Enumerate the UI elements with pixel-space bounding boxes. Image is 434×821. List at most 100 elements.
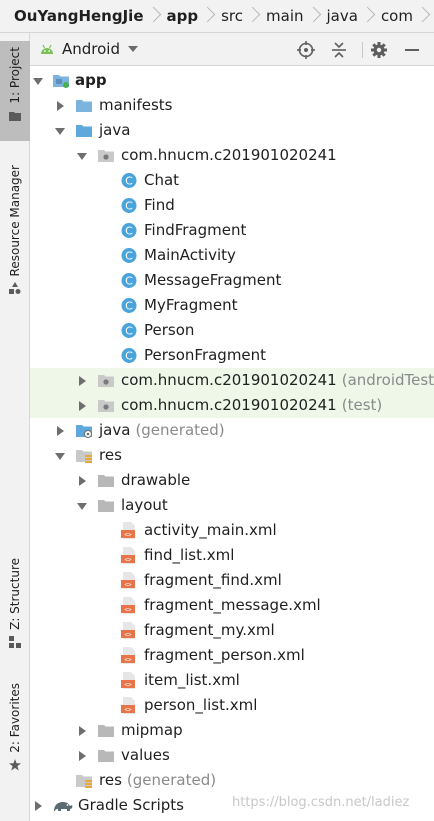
tree-item-xml-file[interactable]: <> fragment_my.xml <box>30 618 434 643</box>
breadcrumb-item-project[interactable]: OuYangHengJie <box>14 6 167 26</box>
xml-file-icon: <> <box>121 597 135 614</box>
class-icon: C <box>121 173 137 188</box>
class-icon: C <box>121 348 137 363</box>
android-icon <box>41 44 53 54</box>
xml-file-icon: <> <box>121 547 135 564</box>
collapsed-arrow-icon <box>57 426 64 436</box>
svg-text:C: C <box>125 325 133 338</box>
tree-item-layout[interactable]: layout <box>30 493 434 518</box>
tree-item-package-android-test[interactable]: com.hnucm.c201901020241 (androidTest) <box>30 368 434 393</box>
tree-item-app[interactable]: app <box>30 68 434 93</box>
package-icon <box>98 400 114 412</box>
tree-item-java-generated[interactable]: java (generated) <box>30 418 434 443</box>
tree-item-mipmap[interactable]: mipmap <box>30 718 434 743</box>
tree-item-xml-file[interactable]: <> person_list.xml <box>30 693 434 718</box>
tree-item-package-main[interactable]: com.hnucm.c201901020241 <box>30 143 434 168</box>
tree-item-xml-file[interactable]: <> find_list.xml <box>30 543 434 568</box>
tree-item-class[interactable]: C MessageFragment <box>30 268 434 293</box>
breadcrumb-item-main[interactable]: main <box>266 6 326 26</box>
project-toolbar: Android <box>30 33 434 66</box>
folder-icon <box>98 500 114 512</box>
xml-file-icon: <> <box>121 647 135 664</box>
locate-button[interactable] <box>296 40 316 60</box>
tab-structure[interactable]: Z: Structure <box>0 558 30 658</box>
breadcrumb-item-java[interactable]: java <box>327 6 381 26</box>
folder-icon <box>9 111 21 121</box>
minimize-icon <box>405 49 419 51</box>
tree-item-res-generated[interactable]: res (generated) <box>30 768 434 793</box>
collapse-all-icon <box>332 42 346 58</box>
tree-item-manifests[interactable]: manifests <box>30 93 434 118</box>
tab-resource-manager[interactable]: Resource Manager <box>0 165 30 315</box>
tree-item-java[interactable]: java <box>30 118 434 143</box>
expanded-arrow-icon <box>77 153 87 160</box>
tree-item-values[interactable]: values <box>30 743 434 768</box>
tree-item-drawable[interactable]: drawable <box>30 468 434 493</box>
tree-item-class[interactable]: C FindFragment <box>30 218 434 243</box>
collapse-all-button[interactable] <box>329 40 349 60</box>
chevron-right-icon <box>249 6 258 26</box>
svg-text:<>: <> <box>124 582 132 589</box>
svg-text:<>: <> <box>124 632 132 639</box>
svg-text:C: C <box>125 350 133 363</box>
tree-item-class[interactable]: C Person <box>30 318 434 343</box>
breadcrumb-item-src[interactable]: src <box>221 6 266 26</box>
tree-item-xml-file[interactable]: <> fragment_find.xml <box>30 568 434 593</box>
source-folder-icon <box>76 125 92 137</box>
resource-folder-icon <box>76 450 92 463</box>
tree-item-res[interactable]: res <box>30 443 434 468</box>
tree-item-class[interactable]: C Find <box>30 193 434 218</box>
toolbar-divider <box>362 42 363 58</box>
tree-item-class[interactable]: C PersonFragment <box>30 343 434 368</box>
class-icon: C <box>121 198 137 213</box>
view-mode-dropdown[interactable]: Android <box>40 40 138 58</box>
chevron-down-icon <box>128 46 138 52</box>
tree-item-xml-file[interactable]: <> activity_main.xml <box>30 518 434 543</box>
class-icon: C <box>121 273 137 288</box>
resource-folder-icon <box>76 775 92 788</box>
collapsed-arrow-icon <box>79 476 86 486</box>
class-icon: C <box>121 248 137 263</box>
expanded-arrow-icon <box>55 453 65 460</box>
breadcrumb: OuYangHengJie app src main java com hnuc <box>0 0 434 33</box>
collapsed-arrow-icon <box>79 726 86 736</box>
tab-project[interactable]: 1: Project <box>0 41 30 141</box>
svg-text:<>: <> <box>124 682 132 689</box>
tree-item-class[interactable]: C MyFragment <box>30 293 434 318</box>
xml-file-icon: <> <box>121 522 135 539</box>
tree-item-class[interactable]: C Chat <box>30 168 434 193</box>
xml-file-icon: <> <box>121 572 135 589</box>
breadcrumb-item-app[interactable]: app <box>167 6 222 26</box>
expanded-arrow-icon <box>55 128 65 135</box>
module-folder-icon <box>53 75 69 88</box>
chevron-right-icon <box>204 6 213 26</box>
star-icon <box>9 758 21 771</box>
generated-folder-icon <box>76 425 92 438</box>
svg-text:<>: <> <box>124 657 132 664</box>
tab-favorites[interactable]: 2: Favorites <box>0 683 30 783</box>
chevron-right-icon <box>364 6 373 26</box>
folder-icon <box>98 750 114 762</box>
collapsed-arrow-icon <box>57 101 64 111</box>
tool-window-strip: 1: Project Resource Manager Z: Structure… <box>0 33 30 821</box>
chevron-right-icon <box>419 6 428 26</box>
folder-icon <box>98 475 114 487</box>
svg-text:<>: <> <box>124 707 132 714</box>
tree-item-xml-file[interactable]: <> item_list.xml <box>30 668 434 693</box>
tree-item-xml-file[interactable]: <> fragment_message.xml <box>30 593 434 618</box>
package-icon <box>98 375 114 387</box>
tree-item-xml-file[interactable]: <> fragment_person.xml <box>30 643 434 668</box>
gradle-icon <box>54 802 73 811</box>
svg-text:C: C <box>125 275 133 288</box>
tree-item-class[interactable]: C MainActivity <box>30 243 434 268</box>
breadcrumb-item-com[interactable]: com <box>381 6 434 26</box>
tree-item-package-test[interactable]: com.hnucm.c201901020241 (test) <box>30 393 434 418</box>
shapes-icon <box>9 282 21 295</box>
chevron-right-icon <box>150 6 159 26</box>
expanded-arrow-icon <box>33 78 43 85</box>
structure-icon <box>9 635 21 648</box>
collapsed-arrow-icon <box>79 376 86 386</box>
hide-button[interactable] <box>402 40 422 60</box>
svg-text:<>: <> <box>124 557 132 564</box>
settings-button[interactable] <box>369 40 389 60</box>
